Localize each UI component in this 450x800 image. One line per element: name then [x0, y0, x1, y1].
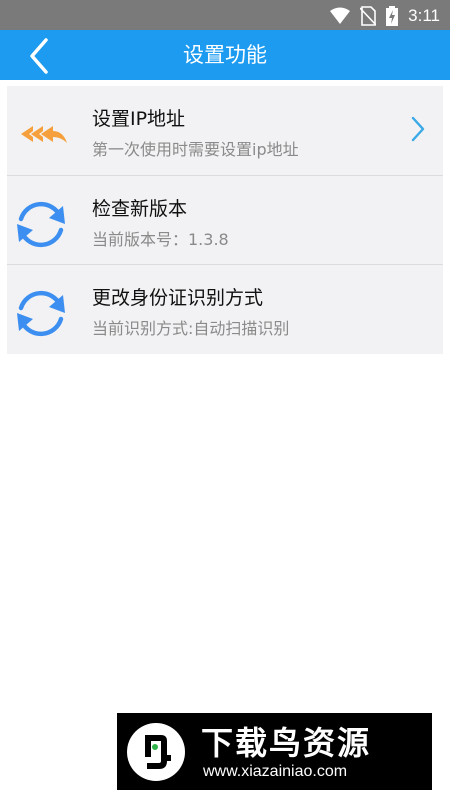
status-time: 3:11 — [408, 6, 440, 25]
battery-charging-icon — [386, 6, 399, 26]
settings-item-check-version[interactable]: 检查新版本 当前版本号：1.3.8 — [7, 176, 443, 264]
wifi-icon — [330, 7, 351, 24]
page-title: 设置功能 — [183, 43, 267, 67]
bird-logo-icon — [127, 723, 185, 781]
settings-list: 设置IP地址 第一次使用时需要设置ip地址 检查新版本 当前版本号：1.3.8 … — [7, 86, 443, 354]
settings-item-set-ip[interactable]: 设置IP地址 第一次使用时需要设置ip地址 — [7, 86, 443, 174]
status-bar: 3:11 — [0, 0, 450, 30]
refresh-icon — [17, 290, 65, 337]
watermark-banner: 下载鸟资源 www.xiazainiao.com — [117, 713, 432, 790]
settings-item-subtitle: 当前版本号：1.3.8 — [92, 230, 229, 249]
reply-all-icon — [21, 126, 67, 143]
no-sim-icon — [360, 6, 377, 26]
settings-item-id-recognition[interactable]: 更改身份证识别方式 当前识别方式:自动扫描识别 — [7, 265, 443, 353]
settings-item-title: 检查新版本 — [92, 198, 188, 220]
settings-item-subtitle: 第一次使用时需要设置ip地址 — [92, 140, 299, 159]
watermark-brand: 下载鸟资源 — [201, 724, 372, 762]
settings-item-subtitle: 当前识别方式:自动扫描识别 — [92, 319, 290, 338]
settings-item-title: 更改身份证识别方式 — [92, 287, 264, 309]
chevron-right-icon — [411, 116, 425, 142]
watermark-url: www.xiazainiao.com — [203, 763, 348, 780]
app-header: 设置功能 — [0, 30, 450, 80]
settings-item-title: 设置IP地址 — [92, 108, 186, 130]
refresh-icon — [17, 201, 65, 248]
status-icons: 3:11 — [330, 6, 440, 26]
